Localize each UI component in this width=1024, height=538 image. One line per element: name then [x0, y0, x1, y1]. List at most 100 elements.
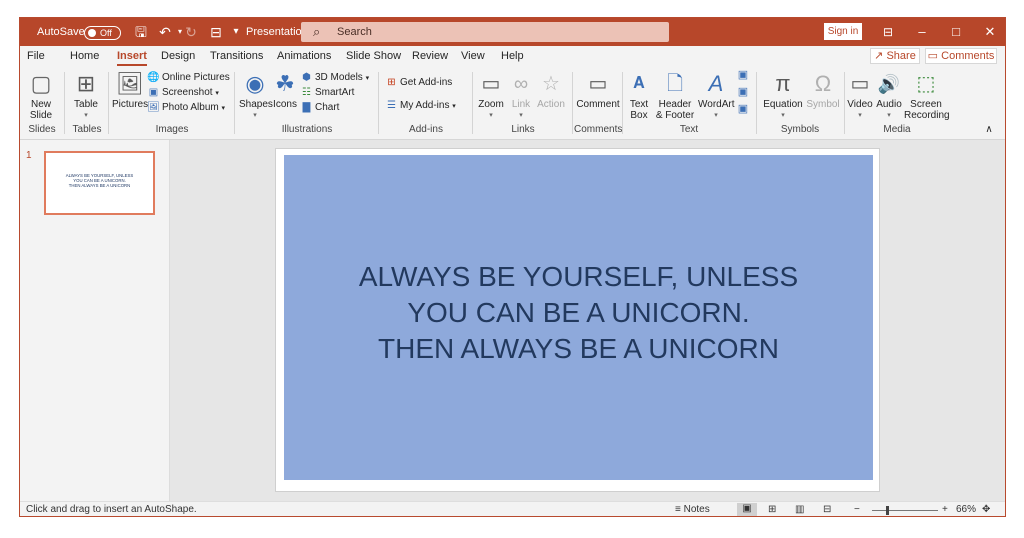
chevron-down-icon: ▾: [253, 112, 257, 119]
tab-transitions[interactable]: Transitions: [210, 50, 263, 62]
3d-models-button[interactable]: ⬢ 3D Models ▾: [300, 71, 369, 85]
new-slide-button[interactable]: ▢ New Slide: [24, 72, 58, 122]
text-box-button[interactable]: 𝐀 Text Box: [626, 72, 652, 121]
smartart-button[interactable]: ☷ SmartArt: [300, 86, 354, 99]
screen-recording-icon: ⬚: [916, 73, 936, 95]
get-addins-icon: ⊞: [387, 77, 396, 88]
wordart-label: WordArt: [698, 99, 735, 110]
chart-icon: ▇: [302, 102, 311, 113]
zoom-button[interactable]: ▭ Zoom ▾: [476, 72, 506, 121]
chart-button[interactable]: ▇ Chart: [300, 101, 340, 114]
action-button[interactable]: ☆ Action: [535, 72, 567, 110]
screenshot-label: Screenshot: [162, 87, 213, 98]
icons-label: Icons: [273, 99, 297, 110]
tab-file[interactable]: File: [27, 50, 45, 62]
normal-view-icon[interactable]: ▣: [737, 503, 757, 516]
tab-view[interactable]: View: [461, 50, 485, 62]
group-label-tables: Tables: [72, 124, 102, 135]
sign-in-button[interactable]: Sign in: [824, 23, 862, 40]
photo-album-button[interactable]: 🖼 Photo Album ▾: [147, 101, 225, 115]
autosave-toggle[interactable]: Off: [84, 26, 121, 40]
ribbon-separator: [572, 72, 573, 134]
group-label-addins: Add-ins: [409, 124, 443, 135]
date-time-icon[interactable]: ▣: [736, 70, 750, 81]
redo-icon[interactable]: ↻: [183, 24, 199, 40]
comments-button[interactable]: ▭ Comments: [925, 48, 997, 64]
comment-label: Comment: [576, 99, 620, 110]
notes-button[interactable]: ≡ Notes: [675, 504, 710, 515]
new-slide-label-2: Slide: [29, 110, 53, 121]
tab-review[interactable]: Review: [412, 50, 448, 62]
zoom-slider-thumb[interactable]: [886, 506, 889, 515]
action-icon: ☆: [542, 73, 560, 95]
shapes-label: Shapes: [239, 99, 273, 110]
group-label-text: Text: [679, 124, 699, 135]
maximize-icon[interactable]: □: [939, 18, 973, 46]
group-label-illustrations: Illustrations: [281, 124, 333, 135]
minimize-icon[interactable]: –: [905, 18, 939, 46]
wordart-button[interactable]: A WordArt ▾: [698, 71, 735, 121]
collapse-ribbon-icon[interactable]: ∧: [982, 124, 996, 135]
tab-design[interactable]: Design: [161, 50, 195, 62]
zoom-percent[interactable]: 66%: [956, 504, 976, 515]
video-button[interactable]: ▭ Video ▾: [846, 72, 874, 121]
tab-home[interactable]: Home: [70, 50, 99, 62]
link-button[interactable]: ∞ Link ▾: [508, 72, 534, 121]
group-label-images: Images: [155, 124, 189, 135]
table-button[interactable]: ⊞ Table ▾: [68, 72, 104, 121]
title-bar: AutoSave Off 🖫 ↶ ▾ ↻ ⊟ ▾ Presentation1 -…: [20, 18, 1005, 46]
action-label: Action: [537, 99, 565, 110]
comment-bubble-icon: ▭: [927, 50, 939, 62]
slide-thumbnail[interactable]: ALWAYS BE YOURSELF, UNLESS YOU CAN BE A …: [44, 151, 155, 215]
close-icon[interactable]: ✕: [973, 18, 1005, 46]
screenshot-button[interactable]: ▣ Screenshot ▾: [147, 86, 219, 100]
ribbon-separator: [64, 72, 65, 134]
online-pictures-button[interactable]: 🌐 Online Pictures: [147, 71, 230, 84]
status-bar: Click and drag to insert an AutoShape. ≡…: [20, 501, 1005, 516]
photo-album-icon: 🖼: [147, 102, 160, 113]
chart-label: Chart: [315, 102, 340, 113]
header-footer-button[interactable]: 🗋 Header & Footer: [654, 72, 696, 121]
slide[interactable]: ALWAYS BE YOURSELF, UNLESS YOU CAN BE A …: [275, 148, 880, 492]
pictures-button[interactable]: 🖼 Pictures: [112, 71, 148, 111]
slide-show-icon[interactable]: ⊟: [823, 504, 831, 515]
online-pictures-label: Online Pictures: [162, 72, 230, 83]
equation-button[interactable]: π Equation ▾: [760, 72, 806, 121]
get-addins-button[interactable]: ⊞ Get Add-ins: [385, 76, 452, 89]
zoom-out-button[interactable]: −: [854, 504, 860, 515]
chevron-down-icon: ▾: [858, 112, 862, 119]
slide-text-box[interactable]: ALWAYS BE YOURSELF, UNLESS YOU CAN BE A …: [284, 259, 873, 367]
save-icon[interactable]: 🖫: [133, 24, 149, 40]
audio-button[interactable]: 🔊 Audio ▾: [875, 72, 903, 121]
shapes-button[interactable]: ◉ Shapes ▾: [239, 72, 273, 121]
icons-button[interactable]: ☘ Icons: [272, 72, 298, 111]
zoom-in-button[interactable]: +: [942, 504, 948, 515]
video-icon: ▭: [850, 73, 870, 95]
object-icon[interactable]: ▣: [736, 104, 750, 115]
chevron-down-icon: ▾: [714, 112, 718, 119]
share-button[interactable]: ↗ Share: [870, 48, 920, 64]
my-addins-button[interactable]: ☰ My Add-ins ▾: [385, 99, 456, 113]
pictures-icon: 🖼: [116, 71, 144, 96]
search-box[interactable]: ⌕ Search: [301, 22, 669, 42]
slide-number-icon[interactable]: ▣: [736, 87, 750, 98]
zoom-slider[interactable]: [872, 510, 938, 511]
my-addins-label: My Add-ins: [400, 100, 450, 111]
header-footer-label-2: & Footer: [655, 110, 695, 121]
tab-help[interactable]: Help: [501, 50, 524, 62]
fit-slide-icon[interactable]: ✥: [982, 504, 990, 515]
symbol-button[interactable]: Ω Symbol: [806, 72, 840, 111]
screen-recording-button[interactable]: ⬚ Screen Recording: [904, 72, 950, 121]
reading-view-icon[interactable]: ▥: [795, 504, 804, 515]
slide-sorter-icon[interactable]: ⊞: [768, 504, 776, 515]
tab-animations[interactable]: Animations: [277, 50, 331, 62]
wordart-icon: A: [708, 71, 724, 96]
tab-slide-show[interactable]: Slide Show: [346, 50, 401, 62]
tab-insert[interactable]: Insert: [117, 50, 147, 66]
comment-button[interactable]: ▭ Comment: [576, 72, 620, 110]
equation-icon: π: [775, 71, 791, 96]
present-from-start-icon[interactable]: ⊟: [208, 24, 224, 40]
ribbon-display-options-icon[interactable]: ⊟: [871, 18, 905, 46]
undo-icon[interactable]: ↶: [157, 24, 173, 40]
customize-qat-icon[interactable]: ▾: [228, 24, 244, 40]
